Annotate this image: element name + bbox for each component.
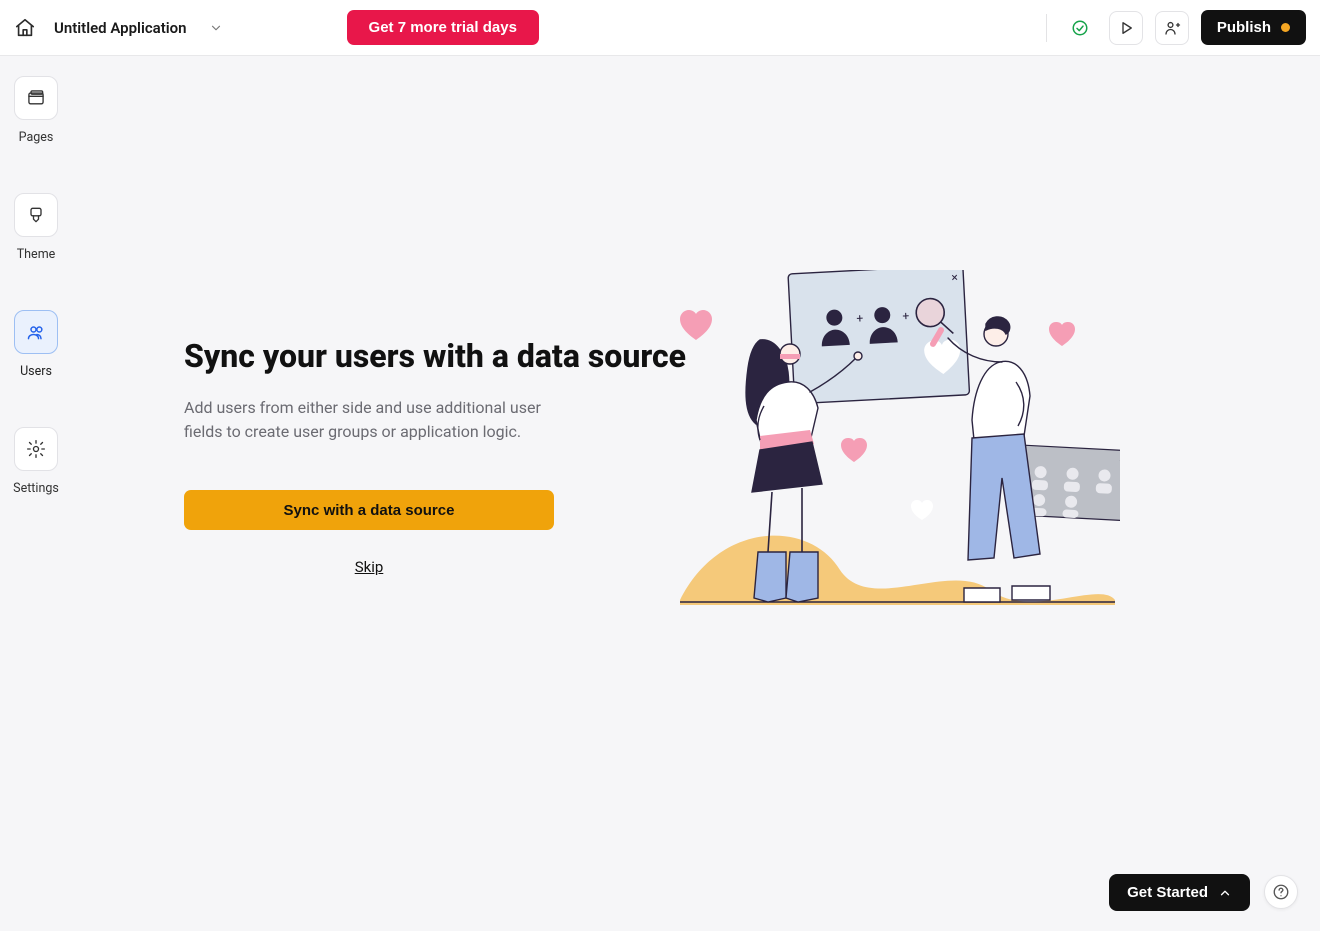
sidebar-item-settings[interactable]: Settings [13, 427, 59, 496]
users-icon [14, 310, 58, 354]
main-content: Sync your users with a data source Add u… [184, 336, 744, 576]
svg-text:×: × [1119, 454, 1120, 465]
status-check-icon[interactable] [1063, 11, 1097, 45]
header-right: Publish [1046, 10, 1306, 45]
sidebar-item-pages[interactable]: Pages [14, 76, 58, 145]
svg-text:+: + [856, 311, 864, 325]
sidebar-item-label: Users [20, 364, 52, 379]
sidebar-item-label: Settings [13, 481, 59, 496]
sync-button[interactable]: Sync with a data source [184, 490, 554, 530]
gear-icon [14, 427, 58, 471]
status-dot-icon [1281, 23, 1290, 32]
chevron-up-icon [1218, 886, 1232, 900]
sidebar-item-label: Pages [19, 130, 54, 145]
skip-link[interactable]: Skip [184, 558, 554, 576]
help-icon[interactable] [1264, 875, 1298, 909]
page-title: Sync your users with a data source [184, 336, 744, 376]
trial-button[interactable]: Get 7 more trial days [347, 10, 539, 45]
play-icon[interactable] [1109, 11, 1143, 45]
svg-text:×: × [951, 270, 958, 284]
svg-text:+: + [902, 309, 910, 323]
add-user-icon[interactable] [1155, 11, 1189, 45]
get-started-button[interactable]: Get Started [1109, 874, 1250, 911]
browser-icon [14, 76, 58, 120]
header: Untitled Application Get 7 more trial da… [0, 0, 1320, 56]
divider [1046, 14, 1047, 42]
sidebar-item-users[interactable]: Users [14, 310, 58, 379]
chevron-down-icon[interactable] [209, 21, 223, 35]
sidebar-item-theme[interactable]: Theme [14, 193, 58, 262]
page-description: Add users from either side and use addit… [184, 396, 554, 444]
home-icon[interactable] [14, 17, 36, 39]
header-left: Untitled Application Get 7 more trial da… [14, 10, 539, 45]
app-title[interactable]: Untitled Application [54, 19, 187, 37]
sidebar-item-label: Theme [17, 247, 56, 262]
publish-button[interactable]: Publish [1201, 10, 1306, 45]
publish-label: Publish [1217, 19, 1271, 36]
sidebar: Pages Theme Users Settings [14, 76, 58, 496]
brush-icon [14, 193, 58, 237]
get-started-label: Get Started [1127, 884, 1208, 901]
